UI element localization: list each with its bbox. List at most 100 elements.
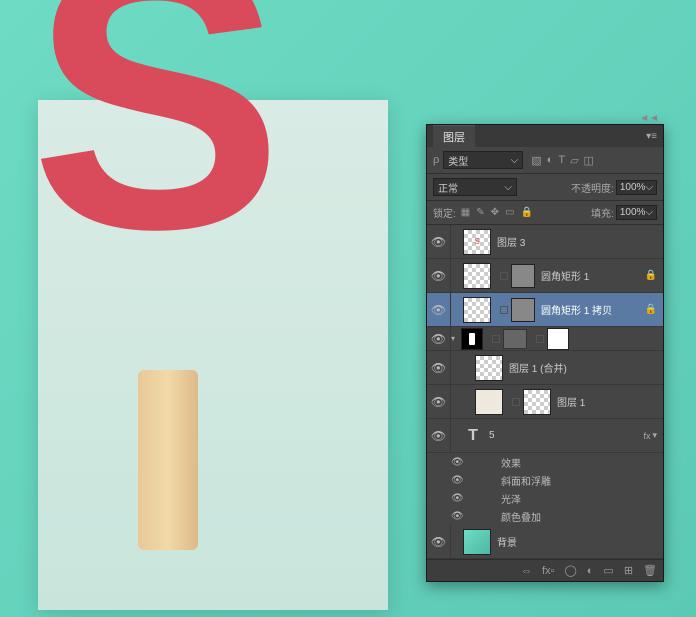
layer-name[interactable]: 背景 — [497, 534, 657, 549]
link-icon[interactable] — [512, 398, 520, 406]
vector-mask-thumb[interactable] — [511, 298, 535, 322]
visibility-icon[interactable]: 👁 — [427, 293, 451, 326]
filter-label: 类型 — [448, 153, 468, 168]
visibility-icon[interactable]: 👁 — [451, 493, 475, 504]
layer-thumb[interactable] — [475, 355, 503, 381]
fx-icon[interactable]: fx▫ — [542, 565, 554, 577]
lock-paint-icon[interactable]: ✎ — [476, 207, 484, 218]
effect-name: 颜色叠加 — [501, 509, 541, 524]
new-layer-icon[interactable]: ⊞ — [624, 564, 633, 577]
layer-thumb[interactable] — [463, 529, 491, 555]
fx-badge[interactable]: fx ▾ — [643, 430, 657, 441]
layer-row[interactable]: 👁 图层 1 (合并) — [427, 351, 663, 385]
filter-row: ρ 类型 ⌵ ▧ ◐ T ▱ ◫ — [427, 147, 663, 174]
group-icon[interactable]: ▭ — [603, 564, 613, 577]
layer-row-type[interactable]: 👁 T 5 fx ▾ — [427, 419, 663, 453]
effect-item[interactable]: 👁 斜面和浮雕 — [427, 471, 663, 489]
popsicle-stick — [138, 370, 198, 550]
layer-name[interactable]: 5 — [489, 430, 639, 441]
panel-menu-icon[interactable]: ▾≡ — [646, 131, 657, 142]
mask-thumb[interactable] — [461, 328, 483, 350]
opacity-label: 不透明度: — [571, 180, 614, 195]
link-icon[interactable] — [492, 335, 500, 343]
blend-mode-select[interactable]: 正常 ⌵ — [433, 178, 517, 196]
layer-thumb[interactable] — [463, 297, 491, 323]
visibility-icon[interactable]: 👁 — [427, 385, 451, 418]
fill-input[interactable]: 100%⌵ — [616, 205, 657, 220]
lock-icon: 🔒 — [645, 304, 657, 315]
layers-panel: ◄◄ 图层 ▾≡ ρ 类型 ⌵ ▧ ◐ T ▱ ◫ 正常 ⌵ 不透明度: 100… — [426, 124, 664, 582]
lock-transparency-icon[interactable]: ▦ — [461, 207, 470, 218]
link-icon[interactable] — [500, 306, 508, 314]
layer-name[interactable]: 图层 1 — [557, 394, 657, 409]
trash-icon[interactable]: 🗑 — [643, 564, 657, 577]
blend-mode-label: 正常 — [438, 180, 458, 195]
visibility-icon[interactable]: 👁 — [451, 457, 475, 468]
filter-icons: ▧ ◐ T ▱ ◫ — [531, 154, 594, 167]
visibility-icon[interactable]: 👁 — [427, 327, 451, 350]
chevron-down-icon: ⌵ — [645, 207, 653, 218]
filter-type-icon[interactable]: T — [558, 154, 565, 166]
layer-name[interactable]: 图层 3 — [497, 234, 657, 249]
visibility-icon[interactable]: 👁 — [451, 511, 475, 522]
panel-footer: ⇔ fx▫ ◯ ◐ ▭ ⊞ 🗑 — [427, 559, 663, 581]
fill-label: 填充: — [591, 205, 614, 220]
visibility-icon[interactable]: 👁 — [427, 419, 451, 452]
layer-thumb[interactable] — [463, 263, 491, 289]
visibility-icon[interactable]: 👁 — [427, 259, 451, 292]
effects-header[interactable]: 👁 效果 — [427, 453, 663, 471]
panel-tabs: 图层 ▾≡ — [427, 125, 663, 147]
vector-mask-thumb[interactable] — [511, 264, 535, 288]
lock-artboard-icon[interactable]: ▭ — [505, 207, 514, 218]
collapse-arrow-icon[interactable]: ▾ — [451, 334, 461, 343]
effect-name: 光泽 — [501, 491, 521, 506]
link-icon[interactable] — [536, 335, 544, 343]
search-icon[interactable]: ρ — [433, 154, 439, 166]
type-layer-icon[interactable]: T — [463, 423, 483, 449]
link-layers-icon[interactable]: ⇔ — [521, 565, 532, 577]
smart-thumb[interactable] — [523, 389, 551, 415]
mask-thumb[interactable] — [547, 328, 569, 350]
opacity-input[interactable]: 100%⌵ — [616, 180, 657, 195]
lock-icon: 🔒 — [645, 270, 657, 281]
tab-layers[interactable]: 图层 — [433, 125, 475, 148]
layers-list: 👁 S 图层 3 👁 圆角矩形 1 🔒 👁 圆角矩形 1 拷贝 🔒 👁 ▾ — [427, 225, 663, 559]
layer-group-row[interactable]: 👁 ▾ — [427, 327, 663, 351]
folder-icon[interactable] — [503, 329, 527, 349]
filter-shape-icon[interactable]: ▱ — [570, 154, 578, 167]
effect-name: 斜面和浮雕 — [501, 473, 551, 488]
effect-item[interactable]: 👁 光泽 — [427, 489, 663, 507]
link-icon[interactable] — [500, 272, 508, 280]
lock-position-icon[interactable]: ✥ — [491, 207, 499, 218]
filter-adjust-icon[interactable]: ◐ — [547, 154, 554, 166]
mask-icon[interactable]: ◯ — [564, 564, 576, 577]
chevron-down-icon: ⌵ — [504, 182, 512, 193]
layer-name[interactable]: 图层 1 (合并) — [509, 360, 657, 375]
filter-type-select[interactable]: 类型 ⌵ — [443, 151, 523, 169]
visibility-icon[interactable]: 👁 — [427, 525, 451, 558]
layer-row[interactable]: 👁 S 图层 3 — [427, 225, 663, 259]
layer-row[interactable]: 👁 圆角矩形 1 拷贝 🔒 — [427, 293, 663, 327]
letter-s-shape: S — [30, 0, 270, 295]
lock-label: 锁定: — [433, 205, 456, 220]
layer-row[interactable]: 👁 图层 1 — [427, 385, 663, 419]
layer-row-background[interactable]: 👁 背景 — [427, 525, 663, 559]
effects-label: 效果 — [501, 455, 521, 470]
layer-thumb[interactable] — [475, 389, 503, 415]
adjustment-icon[interactable]: ◐ — [587, 565, 594, 577]
visibility-icon[interactable]: 👁 — [427, 225, 451, 258]
chevron-down-icon: ⌵ — [645, 182, 653, 193]
chevron-down-icon: ⌵ — [511, 155, 519, 166]
filter-smart-icon[interactable]: ◫ — [584, 154, 594, 167]
visibility-icon[interactable]: 👁 — [451, 475, 475, 486]
lock-all-icon[interactable]: 🔒 — [520, 207, 532, 218]
effect-item[interactable]: 👁 颜色叠加 — [427, 507, 663, 525]
filter-pixel-icon[interactable]: ▧ — [531, 154, 541, 167]
visibility-icon[interactable]: 👁 — [427, 351, 451, 384]
blend-row: 正常 ⌵ 不透明度: 100%⌵ — [427, 174, 663, 201]
panel-collapse-icon[interactable]: ◄◄ — [639, 113, 659, 124]
layer-name[interactable]: 圆角矩形 1 拷贝 — [541, 302, 641, 317]
layer-row[interactable]: 👁 圆角矩形 1 🔒 — [427, 259, 663, 293]
layer-name[interactable]: 圆角矩形 1 — [541, 268, 641, 283]
layer-thumb[interactable]: S — [463, 229, 491, 255]
